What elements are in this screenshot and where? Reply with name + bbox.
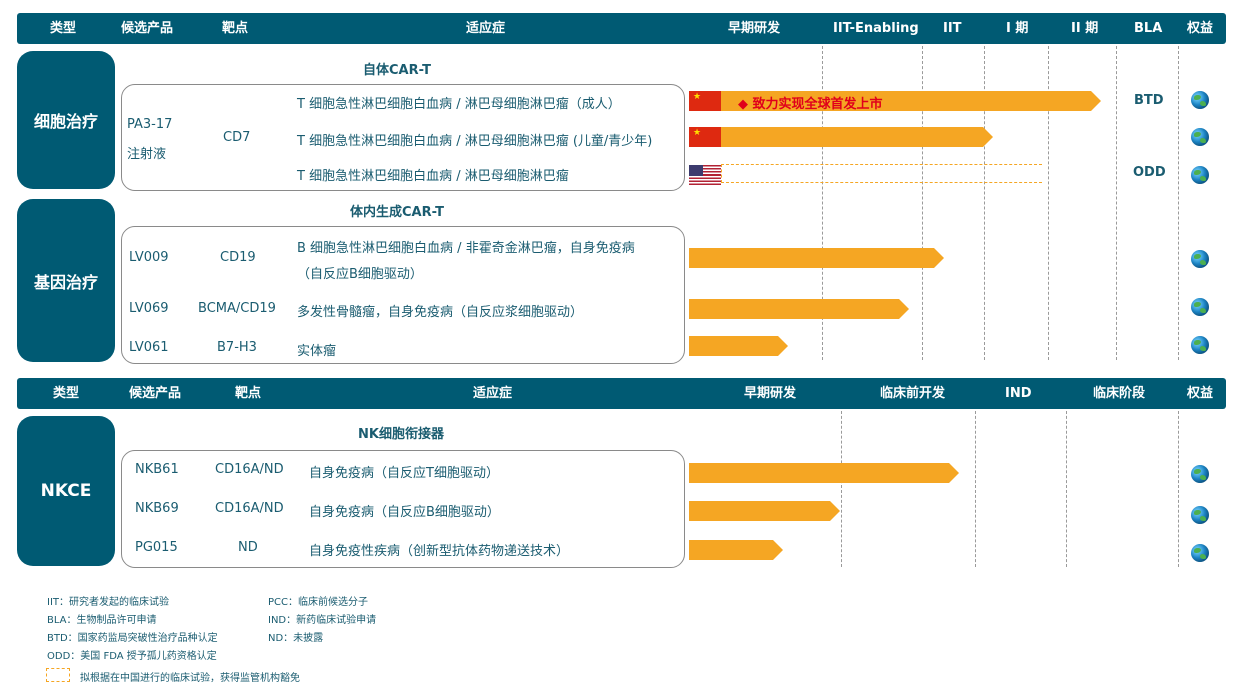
subtitle-autologous-car-t: 自体CAR-T: [363, 63, 431, 78]
category-cell-therapy: 细胞治疗: [17, 51, 115, 189]
progress-bar: [689, 540, 783, 560]
indication-label: T 细胞急性淋巴细胞白血病 / 淋巴母细胞淋巴瘤（成人）: [297, 97, 621, 112]
subtitle-in-vivo-car-t: 体内生成CAR-T: [350, 205, 444, 220]
footnote-pcc: PCC：临床前候选分子: [268, 597, 368, 608]
target-label: CD16A/ND: [215, 501, 284, 516]
indication-label: 自身免疫病（自反应T细胞驱动）: [309, 466, 499, 481]
globe-icon: [1191, 465, 1209, 483]
footnote-ind: IND：新药临床试验申请: [268, 615, 377, 626]
phase-divider: [841, 411, 842, 567]
target-label: BCMA/CD19: [198, 301, 276, 316]
header-phase-bla: BLA: [1134, 21, 1163, 36]
globe-icon: [1191, 506, 1209, 524]
planned-progress-bar: [721, 164, 1042, 183]
planned-legend-label: 拟根据在中国进行的临床试验，获得监管机构豁免: [80, 673, 300, 684]
header-indication: 适应症: [473, 386, 513, 401]
product-name: LV009: [129, 250, 169, 265]
bar-annotation: ◆ 致力实现全球首发上市: [738, 97, 883, 112]
header-indication: 适应症: [466, 21, 506, 36]
header-phase-iit: IIT: [943, 21, 962, 36]
target-label: CD16A/ND: [215, 462, 284, 477]
globe-icon: [1191, 544, 1209, 562]
subtitle-nk-engager: NK细胞衔接器: [358, 427, 444, 442]
phase-divider: [1178, 46, 1179, 360]
progress-bar: [689, 248, 944, 268]
header-type: 类型: [53, 386, 80, 401]
header-target: 靶点: [222, 21, 249, 36]
category-gene-therapy: 基因治疗: [17, 199, 115, 362]
progress-bar: [689, 336, 788, 356]
progress-bar: [689, 501, 840, 521]
globe-icon: [1191, 166, 1209, 184]
progress-bar: [721, 127, 993, 147]
product-name: PA3-17: [127, 117, 173, 132]
globe-icon: [1191, 91, 1209, 109]
china-flag-icon: ★: [689, 127, 721, 147]
indication-label: 实体瘤: [297, 344, 337, 359]
category-nkce: NKCE: [17, 416, 115, 566]
header-phase-2: II 期: [1071, 21, 1099, 36]
product-name: NKB69: [135, 501, 179, 516]
header-phase-clinical: 临床阶段: [1093, 386, 1146, 401]
pipeline-header-2: 类型 候选产品 靶点 适应症 早期研发 临床前开发 IND 临床阶段 权益: [17, 378, 1226, 409]
indication-label: T 细胞急性淋巴细胞白血病 / 淋巴母细胞淋巴瘤: [297, 169, 569, 184]
footnote-odd: ODD：美国 FDA 授予孤儿药资格认定: [47, 651, 217, 662]
indication-label-detail: （自反应B细胞驱动）: [297, 267, 423, 282]
header-phase-1: I 期: [1006, 21, 1029, 36]
pipeline-header-1: 类型 候选产品 靶点 适应症 早期研发 IIT-Enabling IIT I 期…: [17, 13, 1226, 44]
header-rights: 权益: [1187, 386, 1214, 401]
product-name: NKB61: [135, 462, 179, 477]
header-candidate: 候选产品: [121, 21, 174, 36]
planned-legend-swatch: [46, 668, 70, 682]
header-type: 类型: [50, 21, 77, 36]
indication-label: 自身免疫病（自反应B细胞驱动）: [309, 505, 500, 520]
globe-icon: [1191, 336, 1209, 354]
product-name: LV061: [129, 340, 169, 355]
globe-icon: [1191, 250, 1209, 268]
progress-bar: [689, 299, 909, 319]
target-label: B7-H3: [217, 340, 257, 355]
header-rights: 权益: [1187, 21, 1214, 36]
header-phase-early: 早期研发: [744, 386, 797, 401]
phase-divider: [1116, 46, 1117, 360]
header-phase-iit-enabling: IIT-Enabling: [833, 21, 919, 36]
indication-label: B 细胞急性淋巴细胞白血病 / 非霍奇金淋巴瘤，自身免疫病: [297, 241, 635, 256]
status-badge: BTD: [1134, 93, 1164, 108]
header-phase-early: 早期研发: [728, 21, 781, 36]
header-phase-preclinical: 临床前开发: [880, 386, 946, 401]
target-label: CD7: [223, 130, 251, 145]
footnote-btd: BTD：国家药监局突破性治疗品种认定: [47, 633, 218, 644]
product-name-suffix: 注射液: [127, 147, 167, 162]
us-flag-icon: [689, 165, 721, 185]
target-label: ND: [238, 540, 258, 555]
progress-bar: [689, 463, 959, 483]
globe-icon: [1191, 128, 1209, 146]
phase-divider: [975, 411, 976, 567]
globe-icon: [1191, 298, 1209, 316]
header-candidate: 候选产品: [129, 386, 182, 401]
indication-label: 自身免疫性疾病（创新型抗体药物递送技术）: [309, 544, 570, 559]
phase-divider: [1178, 411, 1179, 567]
footnote-bla: BLA：生物制品许可申请: [47, 615, 157, 626]
status-badge: ODD: [1133, 165, 1166, 180]
header-target: 靶点: [235, 386, 262, 401]
target-label: CD19: [220, 250, 256, 265]
product-name: LV069: [129, 301, 169, 316]
phase-divider: [1066, 411, 1067, 567]
indication-label: T 细胞急性淋巴细胞白血病 / 淋巴母细胞淋巴瘤 (儿童/青少年): [297, 134, 653, 149]
footnote-iit: IIT：研究者发起的临床试验: [47, 597, 170, 608]
indication-label: 多发性骨髓瘤，自身免疫病（自反应浆细胞驱动）: [297, 305, 584, 320]
product-name: PG015: [135, 540, 178, 555]
china-flag-icon: ★: [689, 91, 721, 111]
footnote-nd: ND：未披露: [268, 633, 324, 644]
header-phase-ind: IND: [1005, 386, 1032, 401]
